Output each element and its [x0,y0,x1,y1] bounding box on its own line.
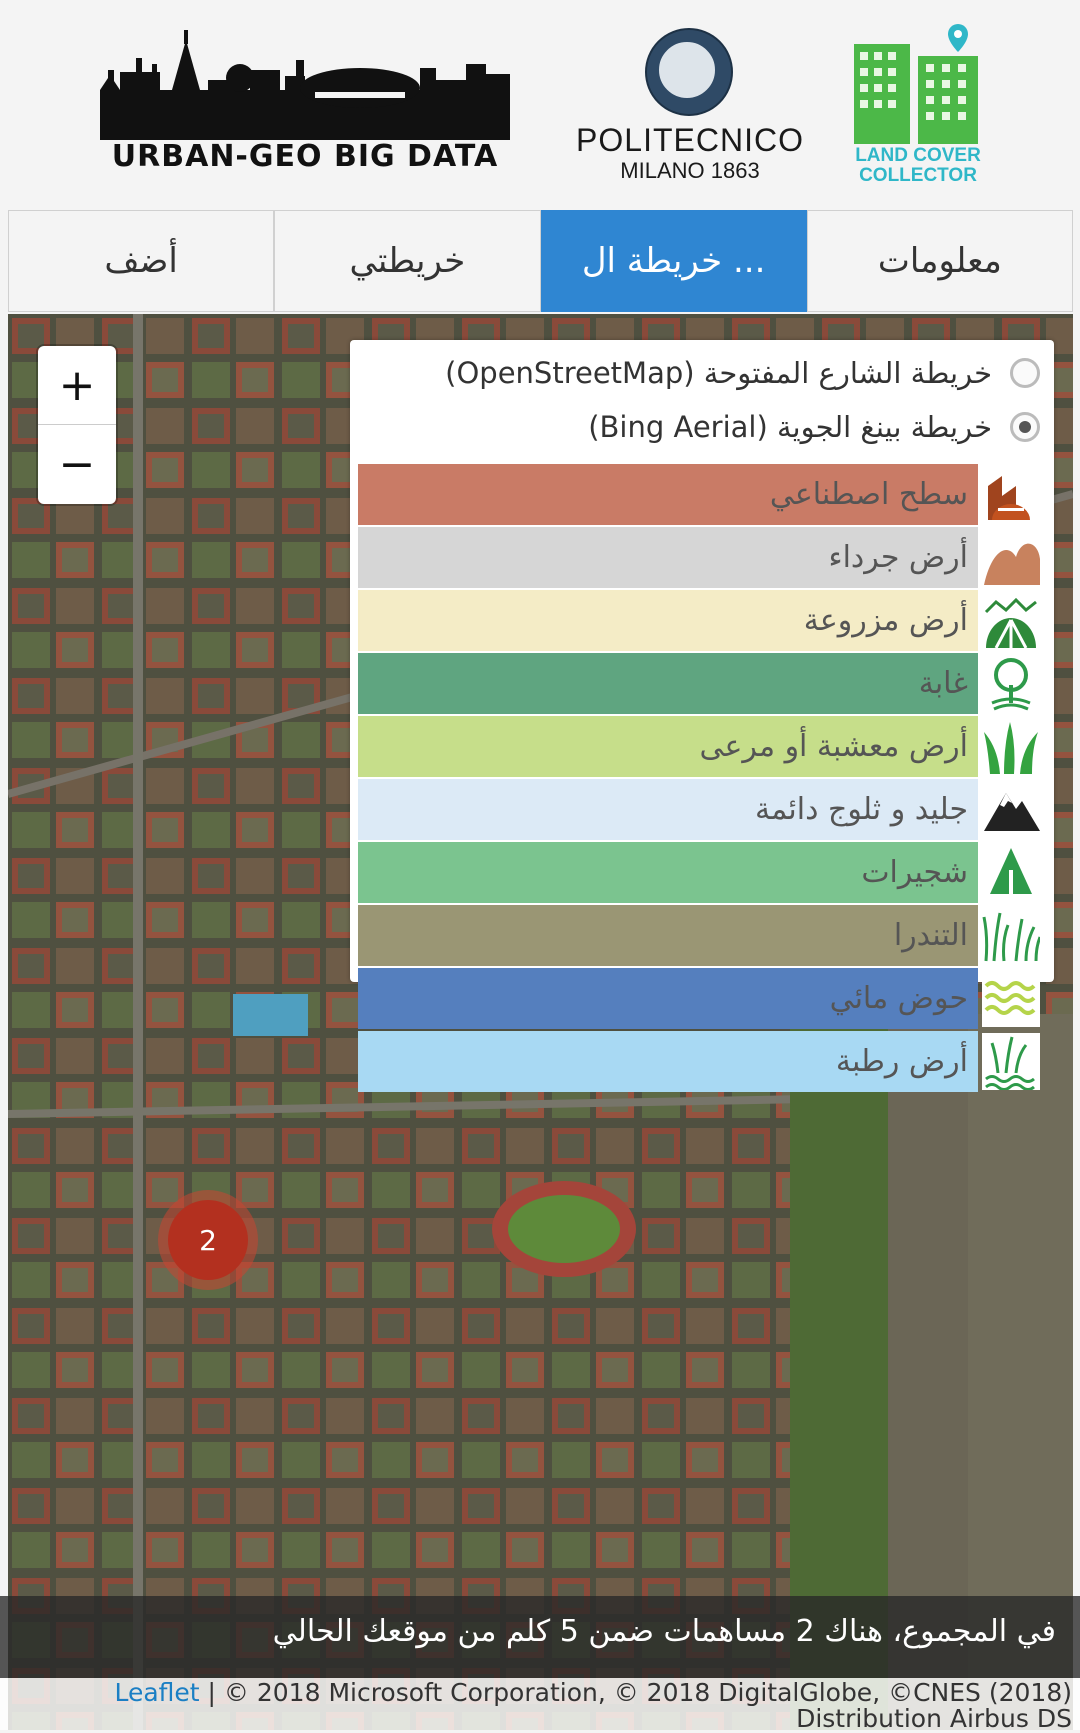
tundra-icon [982,907,1042,964]
legend-item-snow[interactable]: جليد و ثلوج دائمة [358,779,1046,840]
app-header: URBAN-GEO BIG DATA POLITECNICO MILANO 18… [0,0,1080,208]
base-layer-osm[interactable]: خريطة الشارع المفتوحة (OpenStreetMap) [445,348,1040,398]
leaflet-link[interactable]: Leaflet [114,1678,199,1707]
legend-item-grassland[interactable]: أرض معشبة أو مرعى [358,716,1046,777]
attribution-copyright: | © 2018 Microsoft Corporation, © 2018 D… [199,1678,1072,1707]
attribution-line-2: Distribution Airbus DS [796,1704,1072,1733]
legend-label: أرض معشبة أو مرعى [699,729,969,764]
radio-bing[interactable] [1010,412,1040,442]
base-layer-bing[interactable]: خريطة بينغ الجوية (Bing Aerial) [588,402,1040,452]
contribution-cluster-marker[interactable]: 2 [158,1190,258,1290]
green-buildings-icon [854,24,978,144]
legend-label: حوض مائي [829,981,968,1016]
zoom-in-button[interactable]: + [38,346,116,425]
lcc-title-line2: COLLECTOR [859,165,977,186]
legend-item-cultivated[interactable]: أرض مزروعة [358,590,1046,651]
politecnico-logo: POLITECNICO MILANO 1863 [560,28,820,188]
politecnico-year: MILANO 1863 [620,158,760,183]
mountain-icon [982,781,1040,838]
status-bar: في المجموع، هناك 2 مساهمات ضمن 5 كلم من … [0,1596,1080,1678]
tab-my-map[interactable]: خريطتي [274,210,541,312]
map-attribution: Leaflet | © 2018 Microsoft Corporation, … [0,1678,1080,1733]
lcc-title-line1: LAND COVER [855,145,981,166]
tree-icon [982,655,1040,712]
cluster-count: 2 [168,1200,248,1280]
radio-osm[interactable] [1010,358,1040,388]
contributions-summary: في المجموع، هناك 2 مساهمات ضمن 5 كلم من … [272,1614,1056,1649]
legend-item-water[interactable]: حوض مائي [358,968,1046,1029]
base-layer-bing-label: خريطة بينغ الجوية (Bing Aerial) [588,410,992,444]
water-icon [982,970,1040,1027]
land-cover-collector-title: LAND COVER COLLECTOR [848,146,988,186]
map-view[interactable]: + − خريطة الشارع المفتوحة (OpenStreetMap… [8,314,1073,1730]
layers-panel: خريطة الشارع المفتوحة (OpenStreetMap) خر… [350,340,1054,982]
tab-info[interactable]: معلومات [806,210,1073,312]
politecnico-name: POLITECNICO [576,122,804,158]
attribution-line-1: Leaflet | © 2018 Microsoft Corporation, … [114,1678,1072,1707]
grass-icon [982,718,1040,775]
wetland-icon [982,1033,1040,1091]
legend-item-bare[interactable]: أرض جرداء [358,527,1046,588]
legend-label: أرض جرداء [828,540,968,575]
legend-label: أرض رطبة [835,1044,968,1079]
legend-item-tundra[interactable]: التندرا [358,905,1046,966]
legend-label: جليد و ثلوج دائمة [755,792,968,827]
tab-add[interactable]: أضف [8,210,275,312]
cultivated-field-icon [982,592,1040,649]
legend-label: شجيرات [861,855,968,890]
legend-item-artificial[interactable]: سطح اصطناعي [358,464,1046,525]
land-cover-collector-logo: LAND COVER COLLECTOR [848,22,988,188]
legend-item-wetland[interactable]: أرض رطبة [358,1031,1046,1092]
legend-item-forest[interactable]: غابة [358,653,1046,714]
city-skyline-icon [100,30,510,140]
politecnico-seal-icon [645,28,733,116]
shrub-icon [982,844,1040,901]
building-icon [982,466,1040,523]
tab-map[interactable]: خريطة ال ... [540,210,807,312]
legend-label: أرض مزروعة [803,603,968,638]
legend-label: غابة [918,666,968,701]
bare-land-icon [982,529,1040,586]
zoom-out-button[interactable]: − [38,425,116,503]
urban-geo-title: URBAN-GEO BIG DATA [111,139,499,174]
legend-swatch [358,653,978,714]
zoom-control: + − [38,346,116,504]
base-layer-osm-label: خريطة الشارع المفتوحة (OpenStreetMap) [445,356,992,390]
legend-item-shrubs[interactable]: شجيرات [358,842,1046,903]
main-tabs: أضف خريطتي خريطة ال ... معلومات [8,210,1073,312]
legend-label: التندرا [893,918,968,953]
legend-label: سطح اصطناعي [769,477,968,512]
urban-geo-logo: URBAN-GEO BIG DATA [100,30,510,180]
legend-swatch [358,905,978,966]
